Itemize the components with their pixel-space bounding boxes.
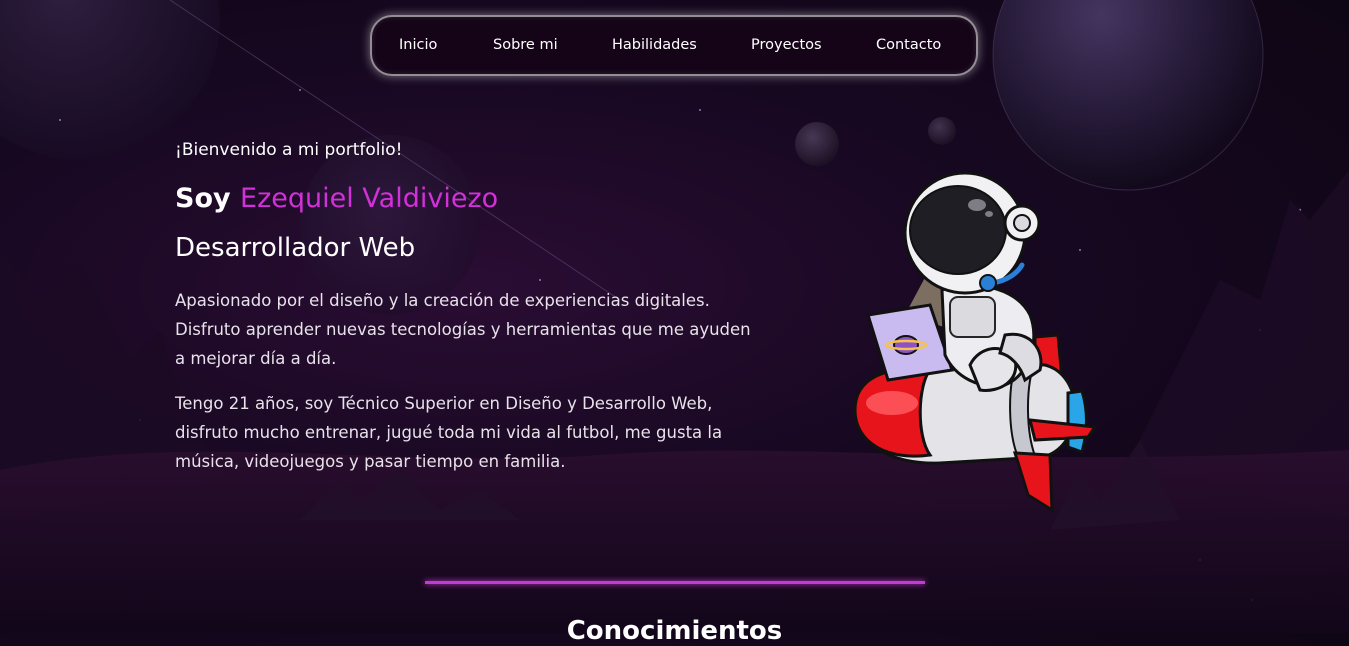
section-title-conocimientos: Conocimientos xyxy=(566,616,783,646)
welcome-text: ¡Bienvenido a mi portfolio! xyxy=(175,140,403,160)
astronaut-illustration xyxy=(830,165,1110,519)
nav-link-inicio[interactable]: Inicio xyxy=(399,17,437,74)
intro-paragraph: Apasionado por el diseño y la creación d… xyxy=(175,291,751,368)
about-paragraph: Tengo 21 años, soy Técnico Superior en D… xyxy=(175,394,723,471)
section-divider xyxy=(425,581,925,584)
name-prefix: Soy xyxy=(175,183,231,214)
nav-link-proyectos[interactable]: Proyectos xyxy=(751,17,822,74)
role-title: Desarrollador Web xyxy=(175,233,416,263)
main-navigation: Inicio Sobre mi Habilidades Proyectos Co… xyxy=(370,15,978,76)
highlighted-name: Ezequiel Valdiviezo xyxy=(240,183,499,214)
nav-link-contacto[interactable]: Contacto xyxy=(876,17,941,74)
nav-link-habilidades[interactable]: Habilidades xyxy=(612,17,697,74)
hero-name-heading: Soy Ezequiel Valdiviezo xyxy=(175,183,498,214)
nav-link-sobre-mi[interactable]: Sobre mi xyxy=(493,17,558,74)
